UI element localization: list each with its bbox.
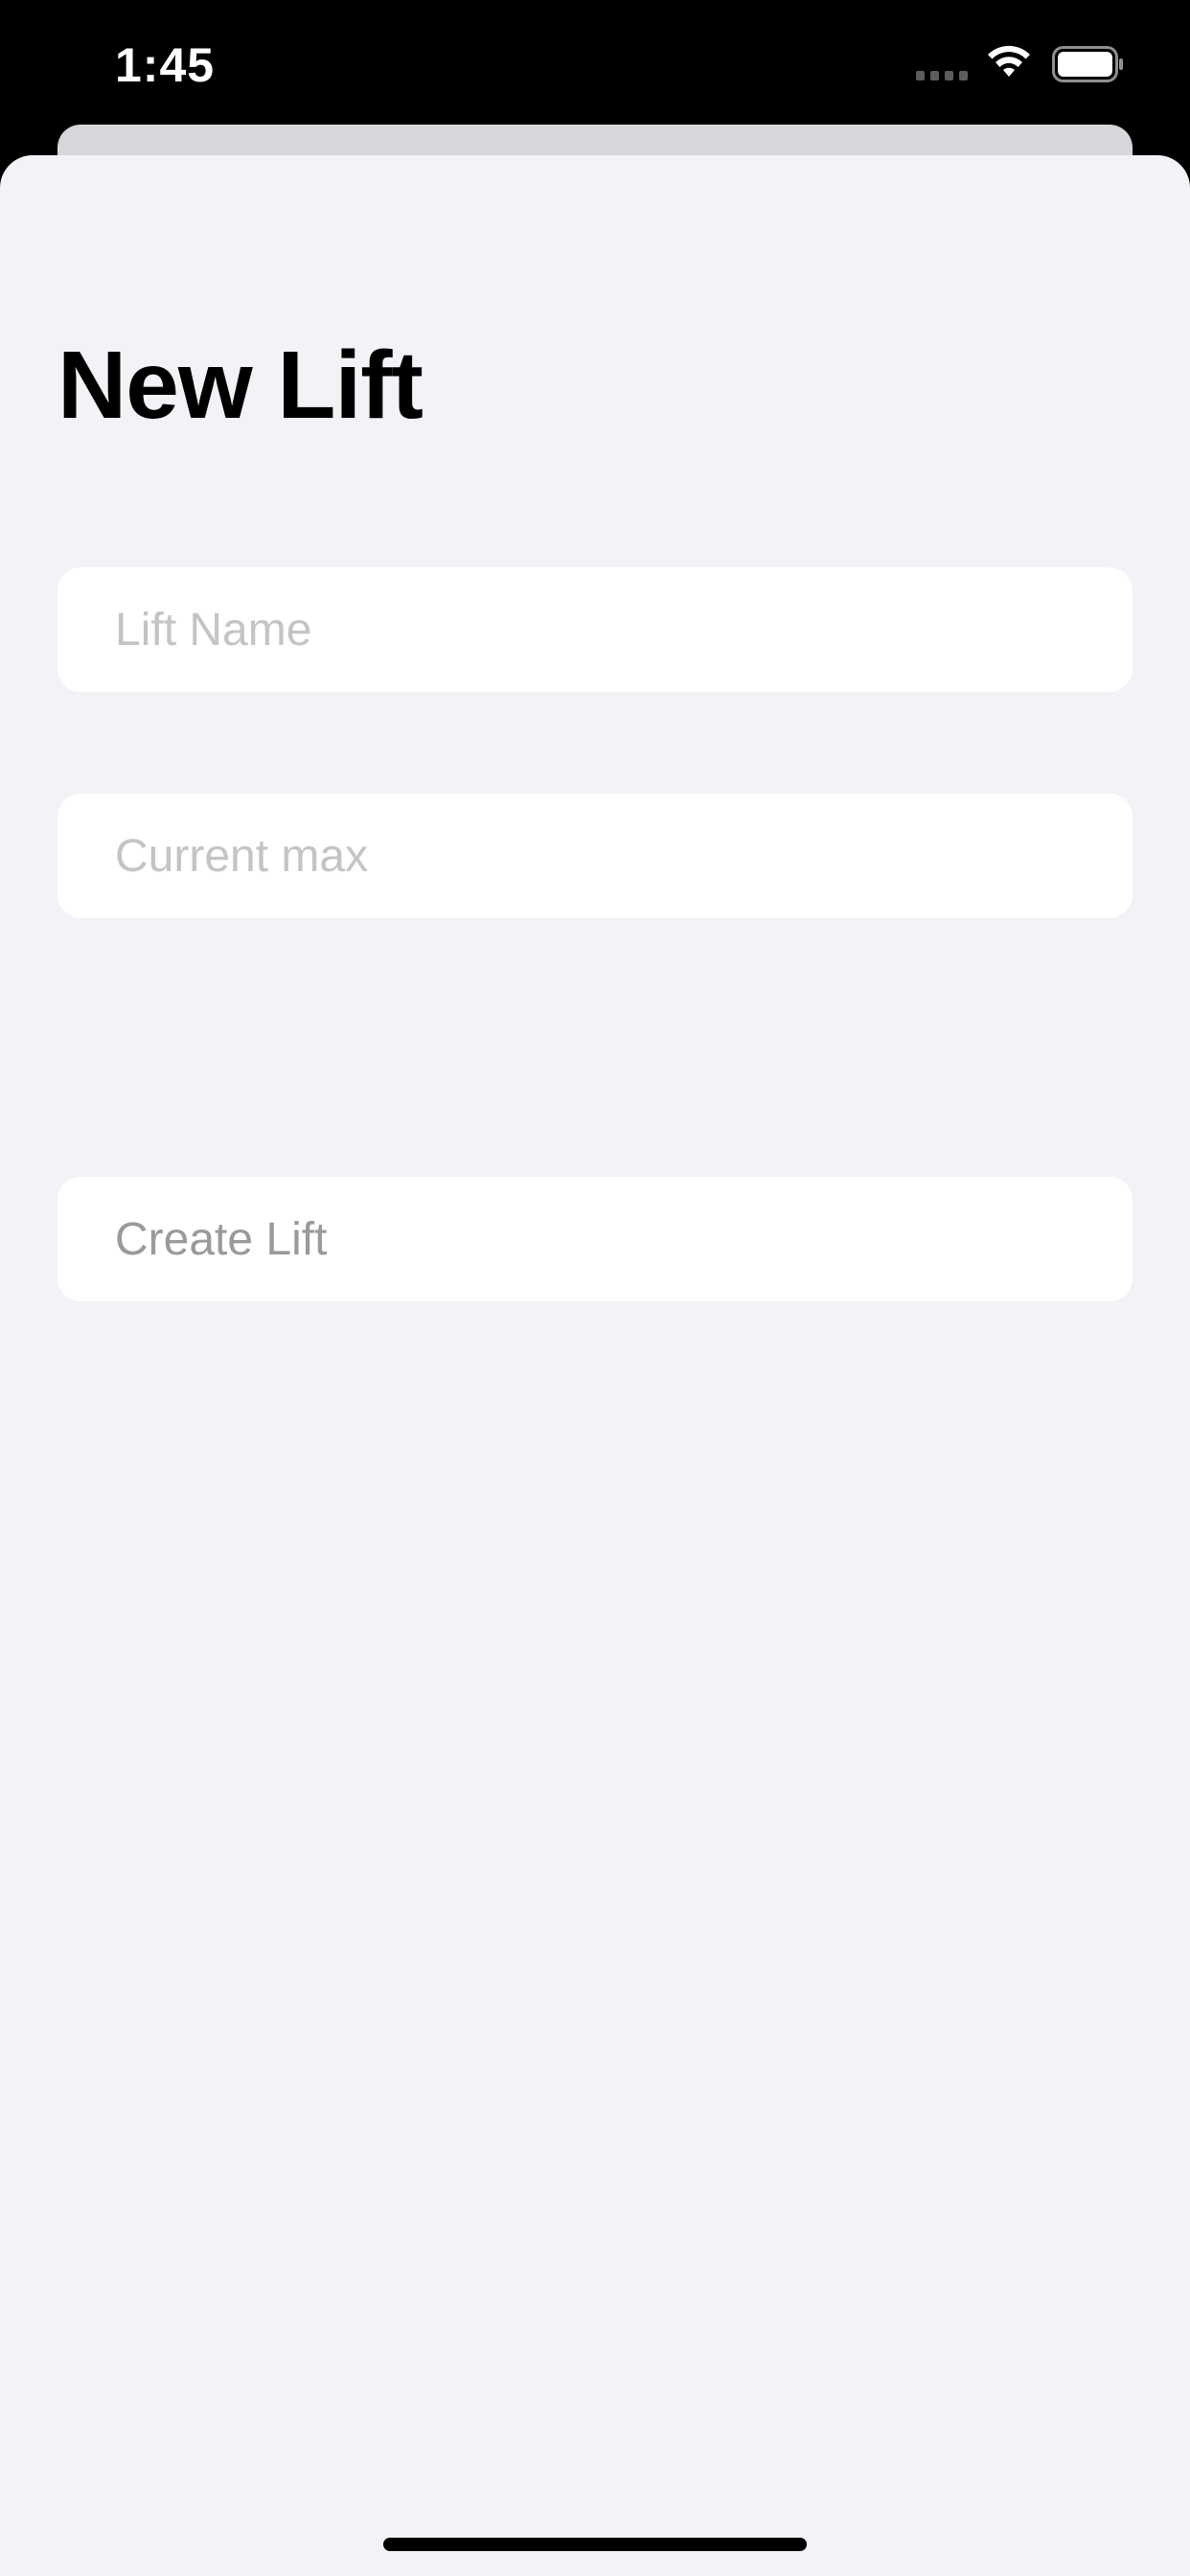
status-time: 1:45	[115, 38, 216, 92]
create-lift-button[interactable]: Create Lift	[57, 1177, 1133, 1301]
battery-icon	[1052, 46, 1123, 82]
cellular-signal-icon	[916, 71, 970, 80]
home-indicator[interactable]	[383, 2538, 807, 2551]
lift-name-field[interactable]	[57, 567, 1133, 692]
status-bar: 1:45	[0, 0, 1190, 126]
wifi-icon	[988, 45, 1030, 77]
current-max-input[interactable]	[115, 829, 1075, 883]
page-title: New Lift	[57, 332, 423, 439]
current-max-field[interactable]	[57, 794, 1133, 918]
lift-name-input[interactable]	[115, 603, 1075, 656]
new-lift-sheet: New Lift Create Lift	[0, 155, 1190, 2576]
